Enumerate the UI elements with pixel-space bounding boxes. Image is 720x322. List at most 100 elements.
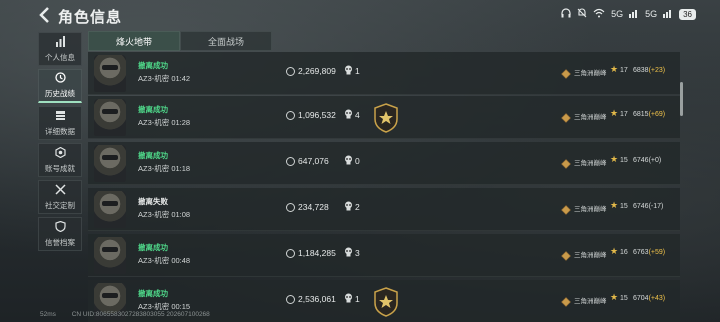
chevron-left-icon: [39, 7, 49, 23]
match-history-list: 撤离成功 AZ3-机密 01:42 2,269,809 1 三角洲巅峰 ★ 17 6838(+…: [88, 52, 680, 322]
sidebar-item-achievements[interactable]: 账号成就: [38, 143, 82, 177]
rank-level: 15: [620, 295, 628, 302]
stack-icon: [55, 110, 66, 124]
rank-level: 17: [620, 67, 628, 74]
signal-icon: [629, 8, 639, 20]
match-row[interactable]: 撤离成功 AZ3-机密 01:18 647,076 0 三角洲巅峰 ★ 15 6746(+0): [88, 142, 680, 185]
score-value: 6763: [633, 249, 649, 256]
match-row[interactable]: 撤离失败 AZ3-机密 01:08 234,728 2 三角洲巅峰 ★ 15 6746(-17…: [88, 188, 680, 231]
rank-name: 三角洲巅峰: [574, 70, 607, 77]
device-id: CN UID:8065583027283803055 202607100268: [71, 311, 210, 318]
star-icon: ★: [610, 200, 619, 210]
extracted-value: 2,269,809: [298, 66, 336, 76]
score-value: 6815: [633, 111, 649, 118]
scrollbar[interactable]: [680, 82, 683, 116]
rank-icon: [561, 66, 571, 79]
map-and-time: AZ3-机密 01:08: [138, 210, 191, 219]
operator-avatar: [94, 55, 126, 92]
sidebar-item-label: 个人信息: [45, 52, 75, 62]
back-button[interactable]: [38, 6, 52, 26]
score-delta: (+0): [648, 157, 662, 164]
score-value: 6746: [633, 203, 649, 210]
extracted-value: 647,076: [298, 156, 329, 166]
sidebar-item-social-custom[interactable]: 社交定制: [38, 180, 82, 214]
signal-icon-2: [663, 8, 673, 20]
rank-name: 三角洲巅峰: [574, 206, 607, 213]
sidebar-item-label: 社交定制: [45, 200, 75, 210]
kill-count: 0: [355, 156, 360, 166]
rank-icon: [561, 294, 571, 307]
coin-icon: [286, 249, 295, 258]
sidebar-item-label: 历史战绩: [45, 89, 75, 98]
skull-icon: [344, 65, 353, 77]
sidebar: 个人信息 历史战绩 详细数据 账号成就 社交定制 信誉档案: [38, 32, 82, 254]
map-and-time: AZ3-机密 01:28: [138, 118, 191, 127]
signal-label-a: 5G: [611, 9, 624, 19]
operator-avatar: [94, 191, 126, 228]
match-row[interactable]: 撤离成功 AZ3-机密 01:42 2,269,809 1 三角洲巅峰 ★ 17 6838(+…: [88, 52, 680, 95]
extracted-value: 1,096,532: [298, 110, 336, 120]
score-delta: (+43): [648, 295, 666, 302]
sidebar-item-credit-record[interactable]: 信誉档案: [38, 217, 82, 251]
rank-icon: [561, 248, 571, 261]
achievement-badge-icon: [373, 287, 399, 317]
score-value: 6838: [633, 67, 649, 74]
extraction-result: 撤离成功: [138, 243, 168, 252]
history-icon: [54, 72, 66, 86]
extraction-result: 撤离成功: [138, 105, 168, 114]
status-bar: 5G 5G 36: [561, 8, 696, 20]
extraction-result: 撤离成功: [138, 151, 168, 160]
battery-indicator: 36: [679, 8, 696, 20]
sidebar-item-label: 信誉档案: [45, 237, 75, 247]
achievement-badge-icon: [373, 103, 399, 133]
sidebar-item-label: 账号成就: [45, 163, 75, 173]
rank-name: 三角洲巅峰: [574, 160, 607, 167]
coin-icon: [286, 157, 295, 166]
footer: 52ms CN UID:8065583027283803055 20260710…: [40, 311, 224, 318]
mute-icon: [577, 8, 587, 20]
rank-name: 三角洲巅峰: [574, 298, 607, 305]
tab-full-battle[interactable]: 全面战场: [180, 31, 272, 51]
rank-score: 6838(+23): [633, 67, 665, 74]
headphone-icon: [561, 8, 571, 20]
star-icon: ★: [610, 108, 619, 118]
rank-score: 6704(+43): [633, 295, 665, 302]
match-row[interactable]: 撤离成功 AZ3-机密 00:48 1,184,285 3 三角洲巅峰 ★ 16 6763(+…: [88, 234, 680, 277]
medal-icon: [54, 146, 66, 161]
extraction-result: 撤离成功: [138, 289, 168, 298]
score-delta: (+23): [648, 67, 666, 74]
rank-score: 6763(+59): [633, 249, 665, 256]
match-row[interactable]: 撤离成功 AZ3-机密 01:28 1,096,532 4 三角洲巅峰 ★ 17 6815(+…: [88, 96, 680, 139]
ping-label: 52ms: [40, 311, 56, 318]
rank-score: 6746(-17): [633, 203, 663, 210]
score-delta: (+69): [648, 111, 666, 118]
kill-count: 4: [355, 110, 360, 120]
top-bar: 角色信息 5G 5G 36: [0, 0, 720, 32]
star-icon: ★: [610, 64, 619, 74]
rank-name: 三角洲巅峰: [574, 252, 607, 259]
map-and-time: AZ3-机密 01:18: [138, 164, 191, 173]
star-icon: ★: [610, 246, 619, 256]
sidebar-item-personal-info[interactable]: 个人信息: [38, 32, 82, 66]
rank-level: 15: [620, 157, 628, 164]
tab-extraction[interactable]: 烽火地带: [88, 31, 180, 51]
kill-count: 2: [355, 202, 360, 212]
map-and-time: AZ3-机密 01:42: [138, 74, 191, 83]
rank-level: 17: [620, 111, 628, 118]
sidebar-item-match-history[interactable]: 历史战绩: [38, 69, 82, 103]
rank-level: 16: [620, 249, 628, 256]
extraction-result: 撤离失败: [138, 197, 168, 206]
map-and-time: AZ3-机密 00:48: [138, 256, 191, 265]
skull-icon: [344, 155, 353, 167]
skull-icon: [344, 201, 353, 213]
score-delta: (-17): [648, 203, 664, 210]
extracted-value: 234,728: [298, 202, 329, 212]
star-icon: ★: [610, 154, 619, 164]
operator-avatar: [94, 237, 126, 274]
kill-count: 1: [355, 66, 360, 76]
extraction-result: 撤离成功: [138, 61, 168, 70]
operator-avatar: [94, 145, 126, 182]
rank-score: 6746(+0): [633, 157, 661, 164]
score-delta: (+59): [648, 249, 666, 256]
sidebar-item-detailed-data[interactable]: 详细数据: [38, 106, 82, 140]
